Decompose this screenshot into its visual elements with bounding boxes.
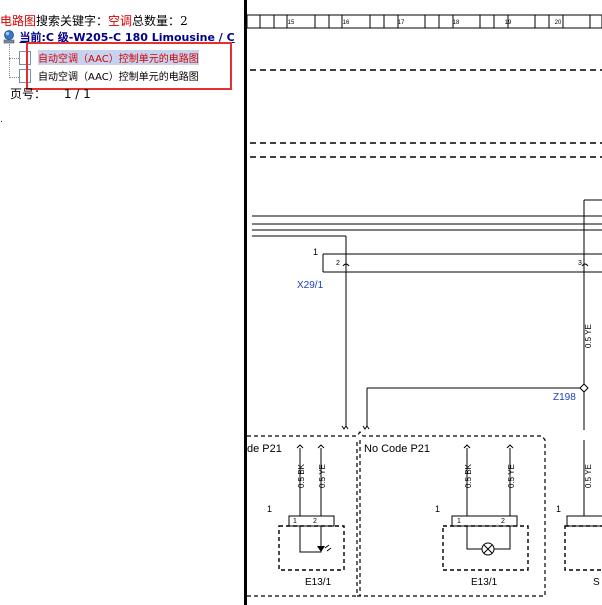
component-e13-right [442, 515, 529, 571]
wire-label: 0.5 YE [584, 324, 593, 348]
wire-label: 0.5 BK [464, 463, 473, 488]
circuit-diagram: 15 16 17 18 19 20 1 2 3 X29/1 0.5 YE Z19… [247, 14, 602, 597]
x29-connector [322, 253, 602, 273]
pin-label: 1 [267, 504, 272, 514]
count-label: 总数量： [132, 14, 181, 28]
tree-connector [9, 44, 10, 78]
component-label: E13/1 [471, 577, 498, 588]
wire-label: 0.5 YE [507, 464, 516, 488]
pager: 页号： 1 / 1 [10, 85, 91, 102]
search-keyword: 空调 [108, 14, 133, 28]
variant-boxes [247, 431, 546, 597]
pin-label: 3 [578, 260, 582, 267]
connector-label-x29: X29/1 [297, 280, 324, 291]
pin-label: 2 [313, 518, 317, 525]
wire-ends [341, 425, 370, 430]
component-label: E13/1 [305, 577, 332, 588]
search-results-pane: 电路图搜索关键字：空调总数量：2 当前:C 级-W205-C 180 Limou… [0, 0, 244, 605]
column-number: 19 [505, 20, 512, 26]
dashed-boundaries [250, 69, 602, 158]
wire-label: 0.5 BK [297, 463, 306, 488]
column-number: 16 [343, 20, 350, 26]
selection-highlight-box [26, 42, 232, 90]
pin-label: 1 [313, 247, 318, 257]
search-summary: 电路图搜索关键字：空调总数量：2 [0, 12, 188, 29]
pager-label: 页号： [10, 87, 47, 101]
pin-label: 1 [457, 518, 461, 525]
wire-label: 0.5 YE [318, 464, 327, 488]
column-number: 18 [453, 20, 460, 26]
tree-connector [9, 58, 19, 59]
splice-label-z198: Z198 [553, 392, 576, 403]
circuit-diagram-pane: 15 16 17 18 19 20 1 2 3 X29/1 0.5 YE Z19… [247, 0, 602, 605]
column-number: 20 [555, 20, 562, 26]
result-count: 2 [180, 14, 188, 28]
pin-label: 1 [435, 504, 440, 514]
keyword-label: 搜索关键字： [36, 14, 109, 28]
component-partial-right [564, 515, 602, 571]
column-number: 15 [288, 20, 295, 26]
tree-connector [9, 77, 19, 78]
component-e13-left [278, 515, 345, 571]
component-wires [296, 440, 585, 516]
column-number: 17 [398, 20, 405, 26]
pin-label: 2 [501, 518, 505, 525]
pager-value: 1 / 1 [63, 87, 91, 101]
pin-label: 1 [293, 518, 297, 525]
pin-label: 1 [556, 504, 561, 514]
code-label: No Code P21 [364, 443, 430, 455]
pin-label: 2 [336, 260, 340, 267]
code-label: de P21 [247, 443, 282, 455]
search-category: 电路图 [0, 14, 37, 28]
component-label: S [593, 577, 600, 588]
wire-label: 0.5 YE [584, 464, 593, 488]
z198-splice [366, 383, 589, 426]
computer-icon [3, 30, 15, 44]
bus-wires [252, 199, 602, 430]
link-mark[interactable]: . [0, 115, 3, 125]
